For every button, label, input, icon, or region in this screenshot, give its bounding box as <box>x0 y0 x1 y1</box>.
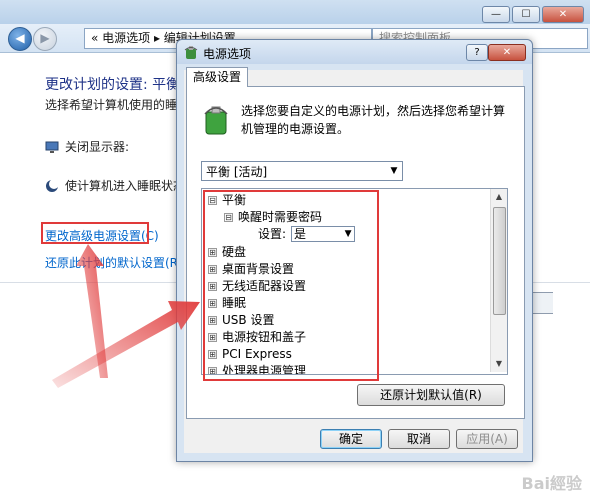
change-advanced-settings-link[interactable]: 更改高级电源设置(C) <box>45 227 159 244</box>
power-options-dialog: 电源选项 ? ✕ 高级设置 选择您要自定义的电源计划，然后选择您希望计算机管理的… <box>176 39 533 462</box>
sleep-setting-row: 使计算机进入睡眠状态: <box>45 177 189 194</box>
dialog-title: 电源选项 <box>203 47 252 61</box>
tree-item-pci-express[interactable]: ⊞ PCI Express <box>208 346 292 362</box>
scroll-up-icon[interactable]: ▲ <box>491 189 507 205</box>
display-label: 关闭显示器: <box>65 140 130 154</box>
partial-button[interactable] <box>532 292 553 314</box>
tree-item-label: 桌面背景设置 <box>222 262 295 276</box>
monitor-icon <box>45 141 59 153</box>
tab-advanced-settings[interactable]: 高级设置 <box>186 67 249 87</box>
tree-item-power-buttons[interactable]: ⊞ 电源按钮和盖子 <box>208 329 306 345</box>
chevron-down-icon: ▼ <box>344 229 352 239</box>
expand-icon[interactable]: ⊞ <box>208 315 217 325</box>
tree-item-label: 处理器电源管理 <box>222 364 307 375</box>
expand-icon[interactable]: ⊞ <box>208 298 217 308</box>
tree-item-label: 硬盘 <box>222 245 247 259</box>
forward-button[interactable]: ▶ <box>33 27 57 51</box>
maximize-button[interactable]: ☐ <box>512 6 540 23</box>
tree-item-sleep[interactable]: ⊞ 睡眠 <box>208 295 246 311</box>
tree-item-label: 睡眠 <box>222 296 247 310</box>
help-button[interactable]: ? <box>466 44 488 61</box>
tree-item-processor-power[interactable]: ⊞ 处理器电源管理 <box>208 363 307 375</box>
tree-item-wake-password[interactable]: ⊟ 唤醒时需要密码 <box>224 209 322 225</box>
settings-tree: ⊟ 平衡 ⊟ 唤醒时需要密码 设置: 是 ▼ ⊞ 硬盘 ⊞ 桌面背景设置 ⊞ 无… <box>201 188 508 375</box>
tree-item-label: USB 设置 <box>222 313 275 327</box>
back-button[interactable]: ◀ <box>8 27 32 51</box>
close-button[interactable]: ✕ <box>542 6 584 23</box>
tree-item-balanced[interactable]: ⊟ 平衡 <box>208 192 246 208</box>
restore-defaults-link[interactable]: 还原此计划的默认设置(R) <box>45 254 183 271</box>
tree-item-setting: 设置: 是 ▼ <box>258 226 356 242</box>
tree-item-usb[interactable]: ⊞ USB 设置 <box>208 312 274 328</box>
battery-plan-icon <box>204 106 228 135</box>
tree-item-wireless-adapter[interactable]: ⊞ 无线适配器设置 <box>208 278 306 294</box>
expand-icon[interactable]: ⊞ <box>208 264 217 274</box>
watermark: Bai經验 <box>521 474 582 493</box>
dialog-title-bar: 电源选项 ? ✕ <box>177 40 532 64</box>
tree-item-label: 平衡 <box>222 193 247 207</box>
plan-select[interactable]: 平衡 [活动] ▼ <box>201 161 403 181</box>
scroll-down-icon[interactable]: ▼ <box>491 356 507 372</box>
collapse-icon[interactable]: ⊟ <box>208 195 217 205</box>
tree-item-label: 电源按钮和盖子 <box>222 330 307 344</box>
expand-icon[interactable]: ⊞ <box>208 281 217 291</box>
cancel-button[interactable]: 取消 <box>388 429 450 449</box>
plan-select-value: 平衡 [活动] <box>206 165 268 179</box>
page-title: 更改计划的设置: 平衡 <box>45 77 181 93</box>
scroll-thumb[interactable] <box>493 207 506 315</box>
minimize-button[interactable]: — <box>482 6 510 23</box>
tree-item-label: PCI Express <box>222 347 292 361</box>
expand-icon[interactable]: ⊞ <box>208 247 217 257</box>
intro-text: 选择您要自定义的电源计划，然后选择您希望计算机管理的电源设置。 <box>241 104 506 136</box>
display-setting-row: 关闭显示器: <box>45 138 129 155</box>
expand-icon[interactable]: ⊞ <box>208 332 217 342</box>
tree-item-desktop-background[interactable]: ⊞ 桌面背景设置 <box>208 261 294 277</box>
expand-icon[interactable]: ⊞ <box>208 349 217 359</box>
tree-item-label: 无线适配器设置 <box>222 279 307 293</box>
sleep-label: 使计算机进入睡眠状态: <box>65 179 190 193</box>
tree-item-label: 唤醒时需要密码 <box>238 210 323 224</box>
window-title-bar: — ☐ ✕ <box>0 0 590 24</box>
chevron-down-icon: ▼ <box>390 166 398 176</box>
tree-scrollbar[interactable]: ▲ ▼ <box>490 189 507 372</box>
dialog-close-button[interactable]: ✕ <box>488 44 526 61</box>
tree-item-hard-disk[interactable]: ⊞ 硬盘 <box>208 244 246 260</box>
setting-value-select[interactable]: 是 ▼ <box>291 226 356 242</box>
moon-icon <box>46 178 59 192</box>
setting-label: 设置: <box>258 227 287 241</box>
expand-icon[interactable]: ⊞ <box>208 366 217 374</box>
apply-button[interactable]: 应用(A) <box>456 429 518 449</box>
power-plan-icon <box>184 46 198 59</box>
collapse-icon[interactable]: ⊟ <box>224 212 233 222</box>
restore-plan-defaults-button[interactable]: 还原计划默认值(R) <box>357 384 505 406</box>
setting-value: 是 <box>294 227 307 241</box>
ok-button[interactable]: 确定 <box>320 429 382 449</box>
